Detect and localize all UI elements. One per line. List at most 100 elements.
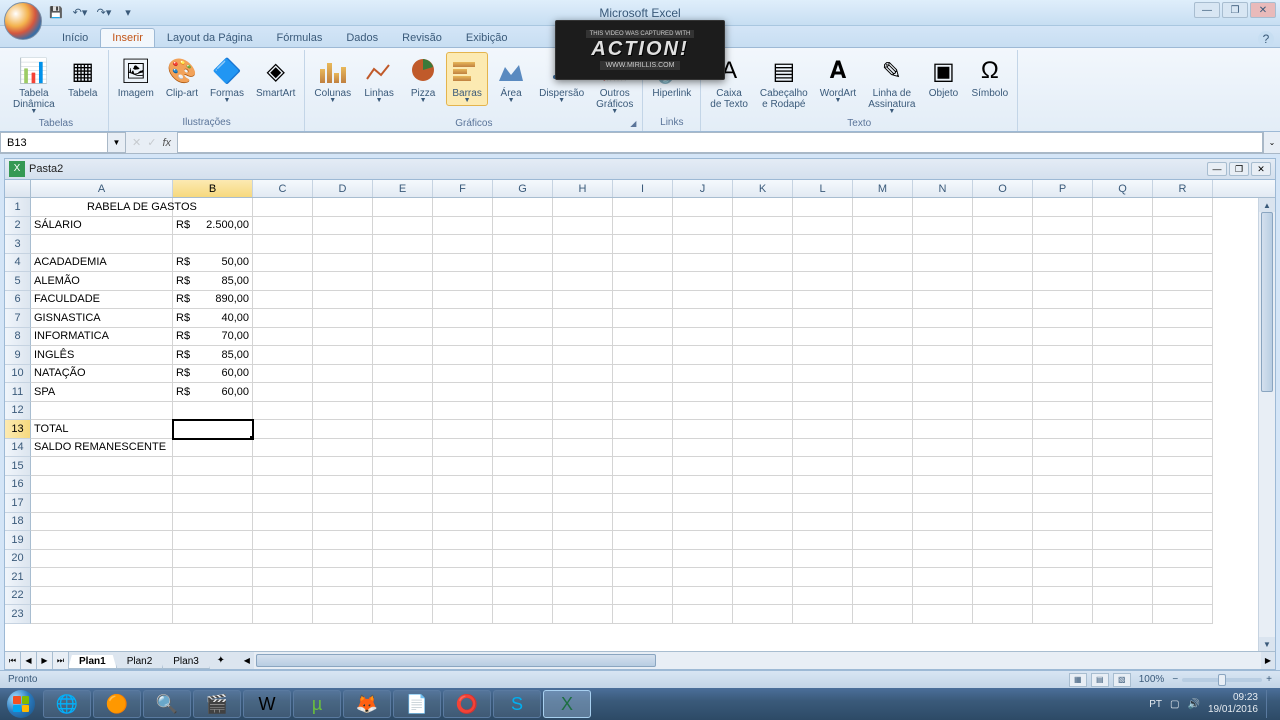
- cell-A7[interactable]: GISNASTICA: [31, 309, 173, 328]
- cell-F18[interactable]: [433, 513, 493, 532]
- cell-N3[interactable]: [913, 235, 973, 254]
- cell-F20[interactable]: [433, 550, 493, 569]
- cell-O8[interactable]: [973, 328, 1033, 347]
- cell-D14[interactable]: [313, 439, 373, 458]
- cell-N2[interactable]: [913, 217, 973, 236]
- media-player-icon[interactable]: 🟠: [93, 690, 141, 718]
- cell-M22[interactable]: [853, 587, 913, 606]
- cell-M10[interactable]: [853, 365, 913, 384]
- cell-I23[interactable]: [613, 605, 673, 624]
- cell-R1[interactable]: [1153, 198, 1213, 217]
- cell-K15[interactable]: [733, 457, 793, 476]
- cell-P9[interactable]: [1033, 346, 1093, 365]
- cell-O3[interactable]: [973, 235, 1033, 254]
- cell-N16[interactable]: [913, 476, 973, 495]
- cell-F17[interactable]: [433, 494, 493, 513]
- ribbon-btn-clip-art[interactable]: 🎨Clip-art: [161, 52, 203, 102]
- cell-D9[interactable]: [313, 346, 373, 365]
- cell-N22[interactable]: [913, 587, 973, 606]
- cell-J11[interactable]: [673, 383, 733, 402]
- cell-C1[interactable]: [253, 198, 313, 217]
- cell-K23[interactable]: [733, 605, 793, 624]
- cell-O12[interactable]: [973, 402, 1033, 421]
- cell-C18[interactable]: [253, 513, 313, 532]
- cell-F13[interactable]: [433, 420, 493, 439]
- row-header-7[interactable]: 7: [5, 309, 31, 328]
- cell-L9[interactable]: [793, 346, 853, 365]
- cell-P21[interactable]: [1033, 568, 1093, 587]
- save-icon[interactable]: 💾: [48, 5, 64, 21]
- cell-F6[interactable]: [433, 291, 493, 310]
- cell-B10[interactable]: R$60,00: [173, 365, 253, 384]
- cell-D4[interactable]: [313, 254, 373, 273]
- cell-L19[interactable]: [793, 531, 853, 550]
- hscroll-thumb[interactable]: [256, 654, 656, 667]
- cell-A15[interactable]: [31, 457, 173, 476]
- horizontal-scrollbar[interactable]: ◀ ▶: [240, 652, 1275, 669]
- cell-A12[interactable]: [31, 402, 173, 421]
- cell-E1[interactable]: [373, 198, 433, 217]
- cell-E20[interactable]: [373, 550, 433, 569]
- cell-M3[interactable]: [853, 235, 913, 254]
- cell-E16[interactable]: [373, 476, 433, 495]
- cell-I17[interactable]: [613, 494, 673, 513]
- name-box[interactable]: B13: [0, 132, 108, 153]
- cell-P3[interactable]: [1033, 235, 1093, 254]
- cell-C21[interactable]: [253, 568, 313, 587]
- cell-R5[interactable]: [1153, 272, 1213, 291]
- cell-I22[interactable]: [613, 587, 673, 606]
- cell-B13[interactable]: [173, 420, 253, 439]
- cell-F3[interactable]: [433, 235, 493, 254]
- cell-P7[interactable]: [1033, 309, 1093, 328]
- cancel-formula-icon[interactable]: ✕: [132, 136, 141, 149]
- cell-A21[interactable]: [31, 568, 173, 587]
- cell-E9[interactable]: [373, 346, 433, 365]
- cell-L23[interactable]: [793, 605, 853, 624]
- row-header-1[interactable]: 1: [5, 198, 31, 217]
- row-header-19[interactable]: 19: [5, 531, 31, 550]
- cell-C8[interactable]: [253, 328, 313, 347]
- row-header-15[interactable]: 15: [5, 457, 31, 476]
- cell-D18[interactable]: [313, 513, 373, 532]
- cell-H4[interactable]: [553, 254, 613, 273]
- cell-E13[interactable]: [373, 420, 433, 439]
- col-header-I[interactable]: I: [613, 180, 673, 197]
- cell-K1[interactable]: [733, 198, 793, 217]
- cell-N7[interactable]: [913, 309, 973, 328]
- cell-L2[interactable]: [793, 217, 853, 236]
- cell-C17[interactable]: [253, 494, 313, 513]
- cell-G23[interactable]: [493, 605, 553, 624]
- col-header-Q[interactable]: Q: [1093, 180, 1153, 197]
- cell-N20[interactable]: [913, 550, 973, 569]
- cell-I8[interactable]: [613, 328, 673, 347]
- cell-N19[interactable]: [913, 531, 973, 550]
- cell-N21[interactable]: [913, 568, 973, 587]
- cell-K12[interactable]: [733, 402, 793, 421]
- cell-M8[interactable]: [853, 328, 913, 347]
- cell-B6[interactable]: R$890,00: [173, 291, 253, 310]
- cell-N14[interactable]: [913, 439, 973, 458]
- chrome-icon[interactable]: ⭕: [443, 690, 491, 718]
- cell-B19[interactable]: [173, 531, 253, 550]
- cell-Q14[interactable]: [1093, 439, 1153, 458]
- row-header-10[interactable]: 10: [5, 365, 31, 384]
- cell-F1[interactable]: [433, 198, 493, 217]
- row-header-5[interactable]: 5: [5, 272, 31, 291]
- col-header-D[interactable]: D: [313, 180, 373, 197]
- cell-Q10[interactable]: [1093, 365, 1153, 384]
- scroll-up-icon[interactable]: ▲: [1259, 198, 1275, 212]
- cell-N18[interactable]: [913, 513, 973, 532]
- ribbon-btn-imagem[interactable]: 🖼Imagem: [113, 52, 159, 102]
- cell-P6[interactable]: [1033, 291, 1093, 310]
- cell-N10[interactable]: [913, 365, 973, 384]
- cell-M18[interactable]: [853, 513, 913, 532]
- cell-O11[interactable]: [973, 383, 1033, 402]
- cell-K3[interactable]: [733, 235, 793, 254]
- cell-A17[interactable]: [31, 494, 173, 513]
- cell-N1[interactable]: [913, 198, 973, 217]
- cell-I13[interactable]: [613, 420, 673, 439]
- cell-L12[interactable]: [793, 402, 853, 421]
- cell-O19[interactable]: [973, 531, 1033, 550]
- cell-O14[interactable]: [973, 439, 1033, 458]
- row-header-21[interactable]: 21: [5, 568, 31, 587]
